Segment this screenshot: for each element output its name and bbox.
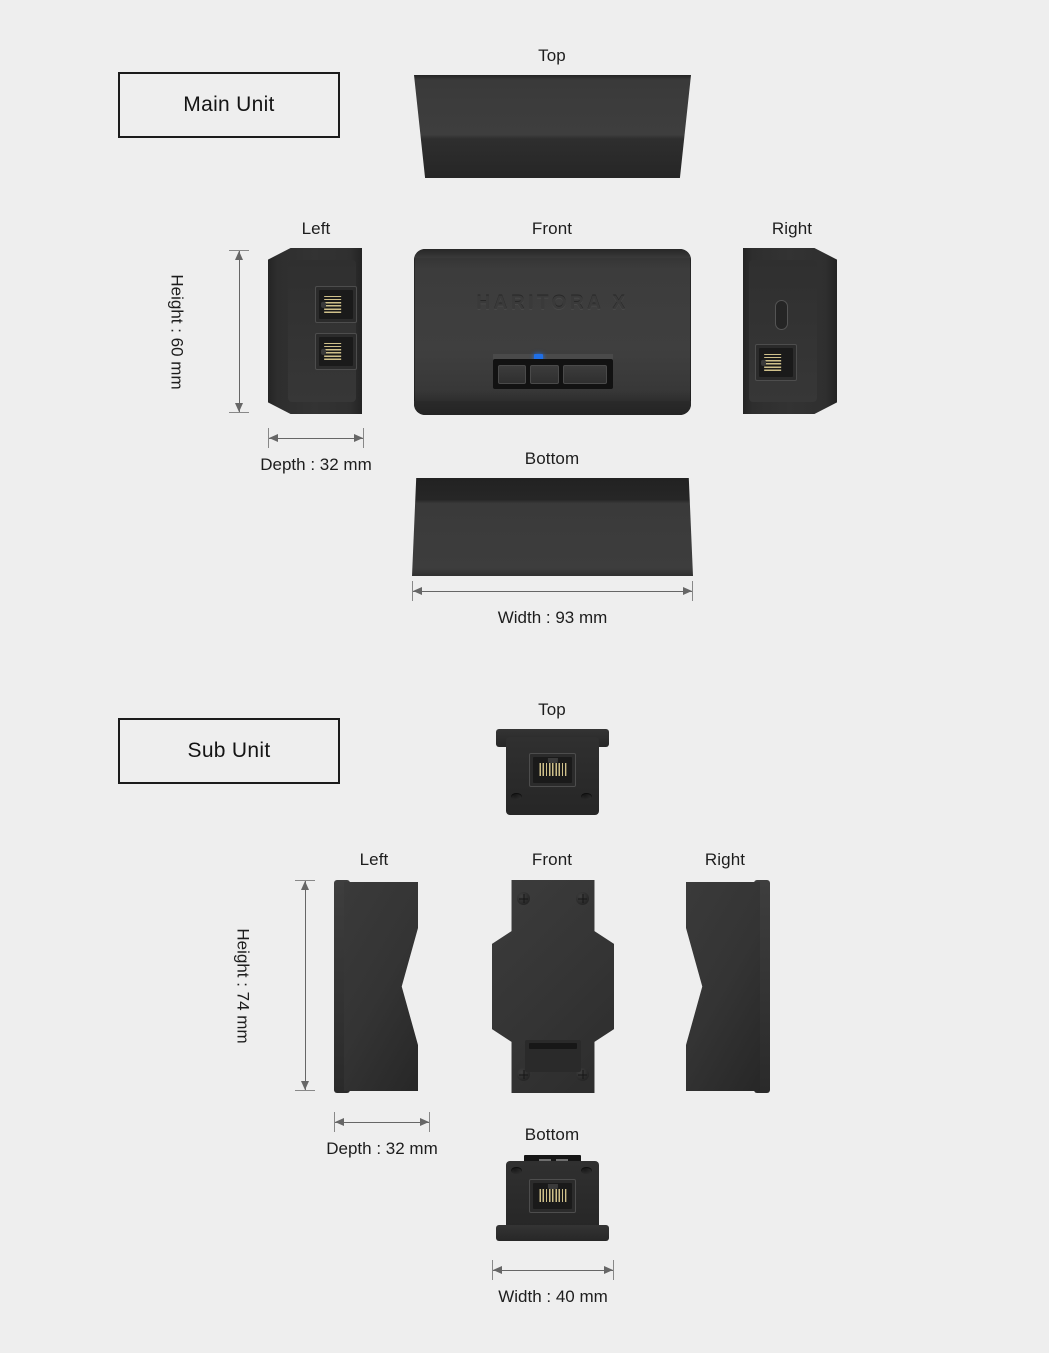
main-unit-right-view <box>743 248 837 414</box>
main-unit-width-label: Width : 93 mm <box>497 608 608 627</box>
rj45-pins <box>323 342 342 360</box>
sub-unit-bottom-view-label: Bottom <box>524 1125 580 1144</box>
rj45-cavity <box>759 348 793 377</box>
button-strip <box>492 359 613 389</box>
rj45-latch <box>547 1184 558 1190</box>
dimension-arrow-top <box>301 881 309 890</box>
dimension-arrow-right <box>683 587 692 595</box>
sub-unit-front-view-label: Front <box>531 850 573 869</box>
rj45-jack <box>529 753 576 787</box>
front-top-bevel <box>414 249 691 258</box>
sub-unit-height-label: Height : 74 mm <box>233 927 253 1044</box>
sub-unit-label-box: Sub Unit <box>118 718 340 784</box>
dimension-tick-bottom <box>295 1090 315 1091</box>
main-unit-label-box: Main Unit <box>118 72 340 138</box>
dimension-tick-right <box>363 428 364 448</box>
dimension-tick-right <box>613 1260 614 1280</box>
main-unit-top-view-label: Top <box>538 46 566 65</box>
screw-hole-left <box>511 793 522 800</box>
sub-unit-front-view <box>492 880 614 1093</box>
dimension-arrow-left <box>269 434 278 442</box>
sub-unit-right-view <box>686 880 770 1093</box>
screw-hole-right <box>581 793 592 800</box>
main-unit-left-view-label: Left <box>301 219 331 238</box>
dimension-arrow-left <box>413 587 422 595</box>
rj45-pins <box>538 1189 567 1202</box>
button-3[interactable] <box>563 365 608 384</box>
dimension-arrow-right <box>604 1266 613 1274</box>
rj45-jack <box>755 344 797 381</box>
dimension-arrow-top <box>235 251 243 260</box>
sub-unit-left-view-label: Left <box>359 850 389 869</box>
sub-unit-height-dimension: Height : 74 mm <box>233 880 315 1091</box>
front-bottom-bevel <box>414 401 691 415</box>
sub-unit-width-dimension: Width : 40 mm <box>492 1260 614 1306</box>
left-view-inner-panel <box>288 260 356 402</box>
rj45-cavity <box>533 1183 572 1209</box>
dimension-arrow-bottom <box>235 403 243 412</box>
bottom-flange <box>496 1225 609 1241</box>
main-unit-bottom-view <box>412 478 693 576</box>
dimension-tick-bottom <box>229 412 249 413</box>
dimension-line <box>334 1122 430 1123</box>
main-unit-height-label: Height : 60 mm <box>167 273 187 390</box>
dimension-arrow-right <box>420 1118 429 1126</box>
screw-top-right <box>576 892 589 905</box>
rj45-jack-upper <box>315 286 357 323</box>
dimension-line <box>268 438 364 439</box>
main-unit-label: Main Unit <box>183 93 275 116</box>
main-unit-front-view: HARITORA X <box>414 249 691 415</box>
button-1[interactable] <box>497 365 527 384</box>
main-unit-height-dimension: Height : 60 mm <box>167 250 249 413</box>
main-unit-top-view <box>414 75 691 178</box>
screw-hole-left <box>511 1167 522 1174</box>
rj45-pins <box>538 763 567 776</box>
port-slot <box>529 1043 577 1049</box>
main-unit-depth-label: Depth : 32 mm <box>260 455 372 474</box>
screw-hole-right <box>581 1167 592 1174</box>
sub-unit-depth-label: Depth : 32 mm <box>326 1139 438 1158</box>
rj45-pins <box>323 295 342 313</box>
main-unit-front-view-label: Front <box>531 219 573 238</box>
sub-unit-width-label: Width : 40 mm <box>498 1287 608 1306</box>
dimension-line <box>239 250 240 413</box>
rj45-cavity <box>319 337 353 366</box>
sub-unit-right-view-label: Right <box>704 850 746 869</box>
dimension-line <box>305 880 306 1091</box>
sub-unit-bottom-view <box>496 1155 609 1241</box>
main-unit-depth-dimension: Depth : 32 mm <box>260 428 372 474</box>
button-2[interactable] <box>530 365 560 384</box>
dimension-arrow-left <box>335 1118 344 1126</box>
main-unit-bottom-view-label: Bottom <box>524 449 580 468</box>
dimension-line <box>412 591 693 592</box>
dimension-tick-right <box>429 1112 430 1132</box>
diagram-canvas: Main Unit Top Left Height : 60 mm Depth … <box>0 0 1049 1353</box>
dimension-arrow-right <box>354 434 363 442</box>
rj45-pins <box>763 353 782 371</box>
dimension-tick-right <box>692 581 693 601</box>
sub-unit-label: Sub Unit <box>187 739 271 762</box>
right-profile-body <box>686 882 760 1091</box>
dimension-arrow-left <box>493 1266 502 1274</box>
brand-logo: HARITORA X <box>476 293 629 314</box>
rj45-cavity <box>533 757 572 783</box>
dimension-arrow-bottom <box>301 1081 309 1090</box>
rj45-cavity <box>319 290 353 319</box>
main-unit-right-view-label: Right <box>771 219 813 238</box>
main-unit-left-view <box>268 248 362 414</box>
usb-c-port <box>775 300 788 330</box>
screw-top-left <box>517 892 530 905</box>
sub-unit-top-view-label: Top <box>538 700 566 719</box>
rj45-jack-lower <box>315 333 357 370</box>
left-profile-body <box>344 882 418 1091</box>
sub-unit-left-view <box>334 880 418 1093</box>
main-unit-width-dimension: Width : 93 mm <box>412 581 693 627</box>
sub-unit-top-view <box>496 729 609 815</box>
rj45-latch <box>547 758 558 764</box>
dimension-line <box>492 1270 614 1271</box>
sub-unit-depth-dimension: Depth : 32 mm <box>326 1112 438 1158</box>
rj45-jack <box>529 1179 576 1213</box>
